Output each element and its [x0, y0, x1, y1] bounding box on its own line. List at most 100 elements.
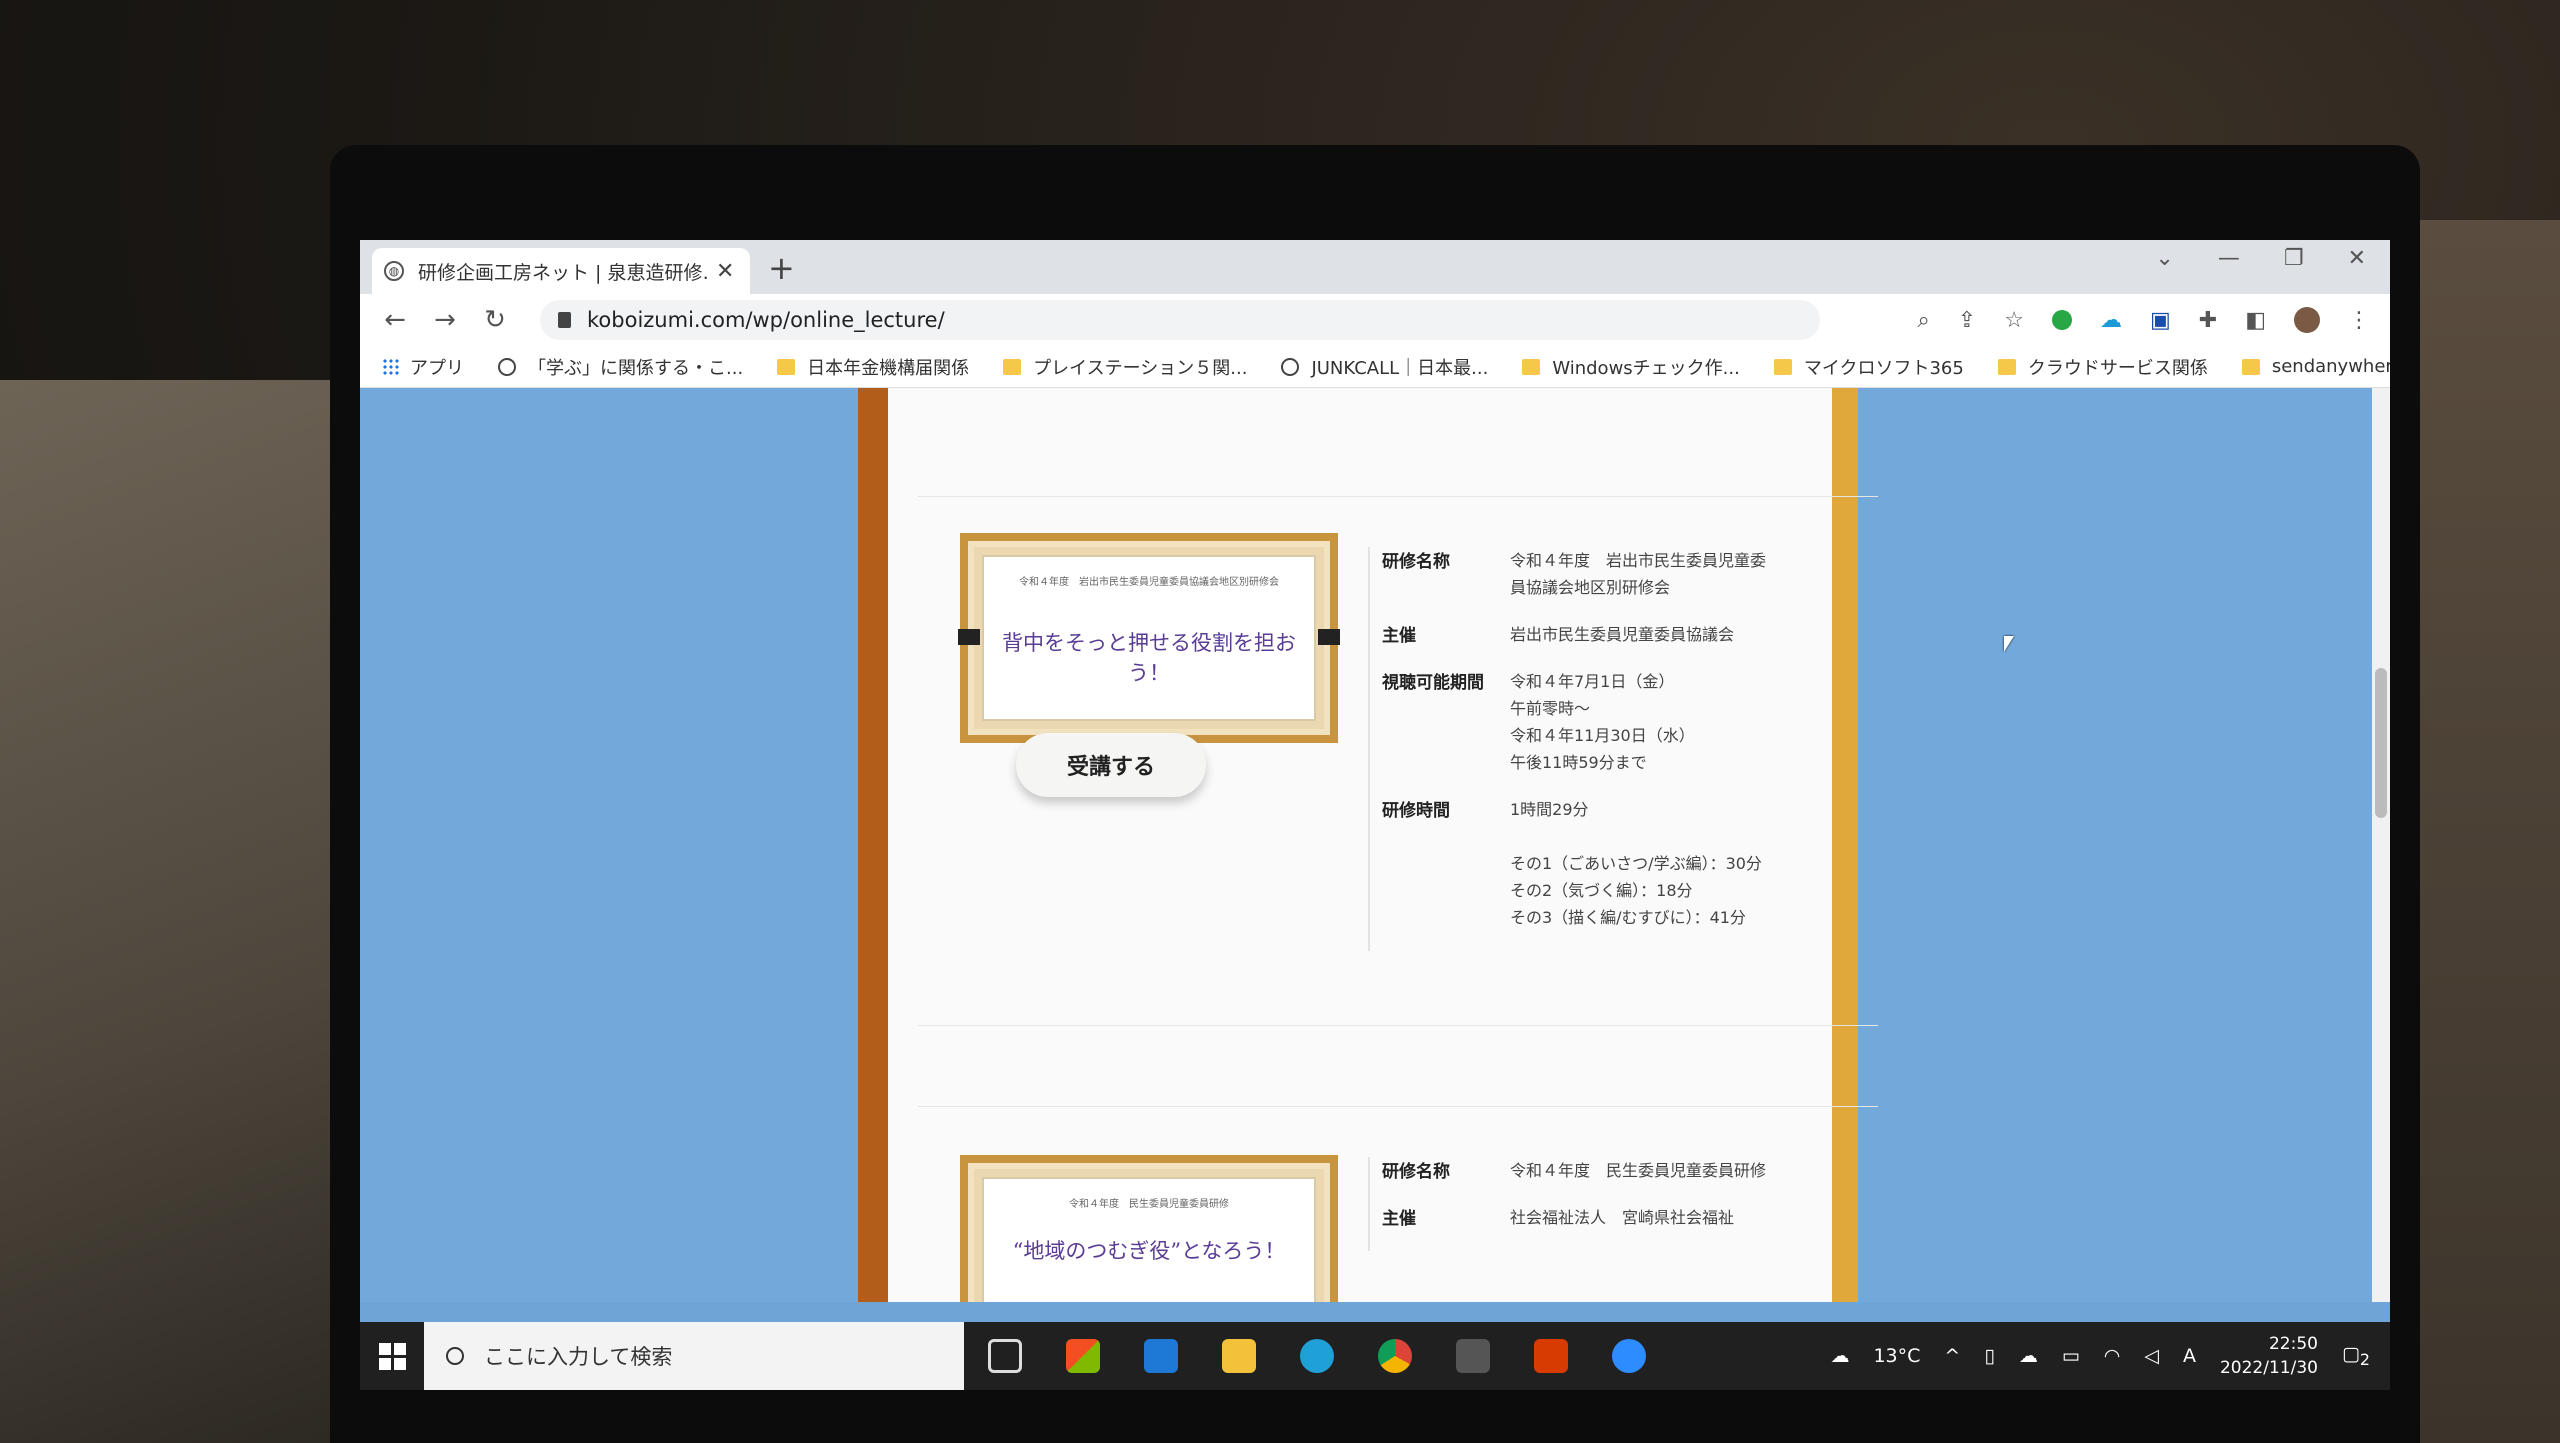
info-row: 研修時間 1時間29分 その1（ごあいさつ/学ぶ編）：30分 その2（気づく編）：…	[1370, 796, 1788, 931]
bookmark-item[interactable]: 「学ぶ」に関係する・こ...	[498, 354, 743, 380]
task-view-icon[interactable]	[988, 1339, 1022, 1373]
address-bar[interactable]: koboizumi.com/wp/online_lecture/	[540, 300, 1820, 340]
edge-icon[interactable]	[1300, 1339, 1334, 1373]
volume-icon[interactable]: ◁	[2144, 1345, 2159, 1367]
tab-title: 研修企画工房ネット | 泉恵造研修…	[418, 261, 708, 284]
desk-object	[2400, 220, 2560, 1443]
info-row: 主催 社会福祉法人 宮崎県社会福祉	[1370, 1204, 1788, 1231]
office-icon[interactable]	[1534, 1339, 1568, 1373]
course-thumbnail[interactable]: 令和４年度 岩出市民生委員児童委員協議会地区別研修会 背中をそっと押せる役割を担…	[958, 533, 1340, 743]
chevron-up-icon[interactable]: ^	[1944, 1345, 1960, 1367]
start-button[interactable]	[360, 1322, 424, 1390]
taskbar-apps	[988, 1339, 1646, 1373]
info-label: 研修名称	[1382, 552, 1450, 572]
bookmarks-bar: アプリ 「学ぶ」に関係する・こ... 日本年金機構届関係 プレイステーション５関…	[360, 346, 2390, 388]
search-placeholder: ここに入力して検索	[484, 1345, 673, 1369]
window-controls: ⌄ — ❐ ✕	[2155, 246, 2366, 271]
weather-cloud-icon[interactable]: ☁	[1830, 1345, 1849, 1367]
scrollbar-thumb[interactable]	[2375, 668, 2387, 818]
bookmark-folder[interactable]: プレイステーション５関...	[1003, 354, 1247, 380]
url-text: koboizumi.com/wp/online_lecture/	[587, 308, 945, 332]
weather-temp[interactable]: 13°C	[1873, 1345, 1920, 1367]
forward-button[interactable]: →	[420, 305, 470, 335]
store-icon[interactable]	[1066, 1339, 1100, 1373]
minimize-button[interactable]: —	[2218, 246, 2240, 271]
lock-icon	[558, 312, 571, 328]
mouse-cursor	[2004, 636, 2014, 652]
laptop-screen: ◍ 研修企画工房ネット | 泉恵造研修… ✕ + ⌄ — ❐ ✕ ← → ↻ k…	[360, 240, 2390, 1390]
globe-icon: ◍	[384, 261, 404, 281]
page-scrollbar[interactable]	[2372, 388, 2390, 1302]
extension-green-icon[interactable]	[2051, 310, 2072, 330]
ime-indicator[interactable]: A	[2183, 1345, 2196, 1367]
frame-tab	[1318, 629, 1340, 645]
frame-tab	[958, 629, 980, 645]
bookmark-folder[interactable]: マイクロソフト365	[1773, 354, 1964, 380]
thumbnail-subtitle: 令和４年度 民生委員児童委員研修	[1069, 1199, 1229, 1210]
share-icon[interactable]: ⇪	[1958, 308, 1976, 333]
clock[interactable]: 22:50 2022/11/30	[2220, 1332, 2318, 1380]
info-value: 岩出市民生委員児童委員協議会	[1510, 625, 1735, 644]
notification-count: 2	[2359, 1349, 2370, 1369]
file-explorer-icon[interactable]	[1222, 1339, 1256, 1373]
thumbnail-title: “地域のつむぎ役”となろう！	[1012, 1239, 1286, 1263]
taskbar-search-box[interactable]: ここに入力して検索	[424, 1322, 964, 1390]
info-value: 1時間29分 その1（ごあいさつ/学ぶ編）：30分 その2（気づく編）：18分 …	[1510, 800, 1762, 927]
restore-button[interactable]: ❐	[2284, 246, 2304, 271]
bookmark-apps[interactable]: アプリ	[382, 354, 464, 380]
onedrive-extension-icon[interactable]: ☁	[2100, 308, 2122, 333]
enroll-button[interactable]: 受講する	[1016, 733, 1206, 797]
course-thumbnail[interactable]: 令和４年度 民生委員児童委員研修 “地域のつむぎ役”となろう！	[960, 1155, 1338, 1302]
sidepanel-icon[interactable]: ◧	[2245, 308, 2266, 333]
info-label: 研修時間	[1382, 801, 1450, 821]
camera-icon[interactable]	[1456, 1339, 1490, 1373]
info-value: 令和４年度 岩出市民生委員児童委員協議会地区別研修会	[1510, 551, 1767, 597]
course-info: 研修名称 令和４年度 岩出市民生委員児童委員協議会地区別研修会 主催 岩出市民生委員…	[1368, 547, 1788, 951]
thumbnail-inner: 令和４年度 岩出市民生委員児童委員協議会地区別研修会 背中をそっと押せる役割を担…	[982, 555, 1316, 721]
battery-icon[interactable]: ▭	[2062, 1345, 2080, 1367]
tab-search-icon[interactable]: ⌄	[2155, 246, 2173, 271]
course-card: 令和４年度 岩出市民生委員児童委員協議会地区別研修会 背中をそっと押せる役割を担…	[918, 496, 1878, 1026]
avatar[interactable]	[2294, 307, 2320, 333]
content-paper: 令和４年度 岩出市民生委員児童委員協議会地区別研修会 背中をそっと押せる役割を担…	[858, 388, 1878, 1302]
folder-icon	[1003, 358, 1022, 375]
bookmark-folder[interactable]: sendanywhere	[2241, 356, 2390, 377]
clock-time: 22:50	[2268, 1334, 2318, 1354]
search-icon	[446, 1347, 464, 1365]
thumbnail-subtitle: 令和４年度 岩出市民生委員児童委員協議会地区別研修会	[1019, 577, 1279, 588]
course-info: 研修名称 令和４年度 民生委員児童委員研修 主催 社会福祉法人 宮崎県社会福祉	[1368, 1157, 1788, 1251]
wifi-icon[interactable]: ◠	[2104, 1345, 2121, 1367]
info-row: 研修名称 令和４年度 民生委員児童委員研修	[1370, 1157, 1788, 1184]
reload-button[interactable]: ↻	[470, 305, 520, 335]
extension-blue-icon[interactable]: ▣	[2150, 308, 2171, 333]
info-label: 視聴可能期間	[1382, 673, 1484, 693]
folder-icon	[1522, 358, 1541, 375]
system-tray: ☁ 13°C ^ ▯ ☁ ▭ ◠ ◁ A 22:50 2022/11/30 ▢2	[1830, 1332, 2390, 1380]
close-tab-icon[interactable]: ✕	[716, 259, 734, 284]
info-label: 主催	[1382, 1209, 1416, 1229]
close-window-button[interactable]: ✕	[2348, 246, 2366, 271]
bookmark-folder[interactable]: クラウドサービス関係	[1997, 354, 2208, 380]
bookmark-folder[interactable]: Windowsチェック作...	[1522, 354, 1740, 380]
notification-icon[interactable]: ▢2	[2342, 1343, 2370, 1369]
web-page: 令和４年度 岩出市民生委員児童委員協議会地区別研修会 背中をそっと押せる役割を担…	[360, 388, 2390, 1302]
mail-icon[interactable]	[1144, 1339, 1178, 1373]
browser-tab[interactable]: ◍ 研修企画工房ネット | 泉恵造研修… ✕	[372, 248, 750, 294]
chrome-icon[interactable]	[1378, 1339, 1412, 1373]
menu-icon[interactable]: ⋮	[2348, 308, 2370, 333]
bookmark-folder[interactable]: 日本年金機構届関係	[777, 354, 969, 380]
site-icon	[1281, 357, 1300, 376]
new-tab-button[interactable]: +	[768, 248, 795, 288]
info-value: 令和４年7月1日（金） 午前零時～ 令和４年11月30日（水） 午後11時59分…	[1510, 672, 1695, 772]
puzzle-icon[interactable]: ✚	[2199, 308, 2217, 333]
apps-grid-icon	[382, 357, 400, 376]
back-button[interactable]: ←	[370, 305, 420, 335]
star-icon[interactable]: ☆	[2004, 308, 2024, 333]
bookmark-item[interactable]: JUNKCALL｜日本最...	[1281, 354, 1488, 380]
onedrive-icon[interactable]: ☁	[2019, 1345, 2038, 1367]
info-label: 主催	[1382, 626, 1416, 646]
meet-icon[interactable]: ▯	[1984, 1345, 1994, 1367]
zoom-icon[interactable]	[1612, 1339, 1646, 1373]
zoom-icon[interactable]: ⌕	[1917, 308, 1929, 333]
folder-icon	[1773, 358, 1792, 375]
